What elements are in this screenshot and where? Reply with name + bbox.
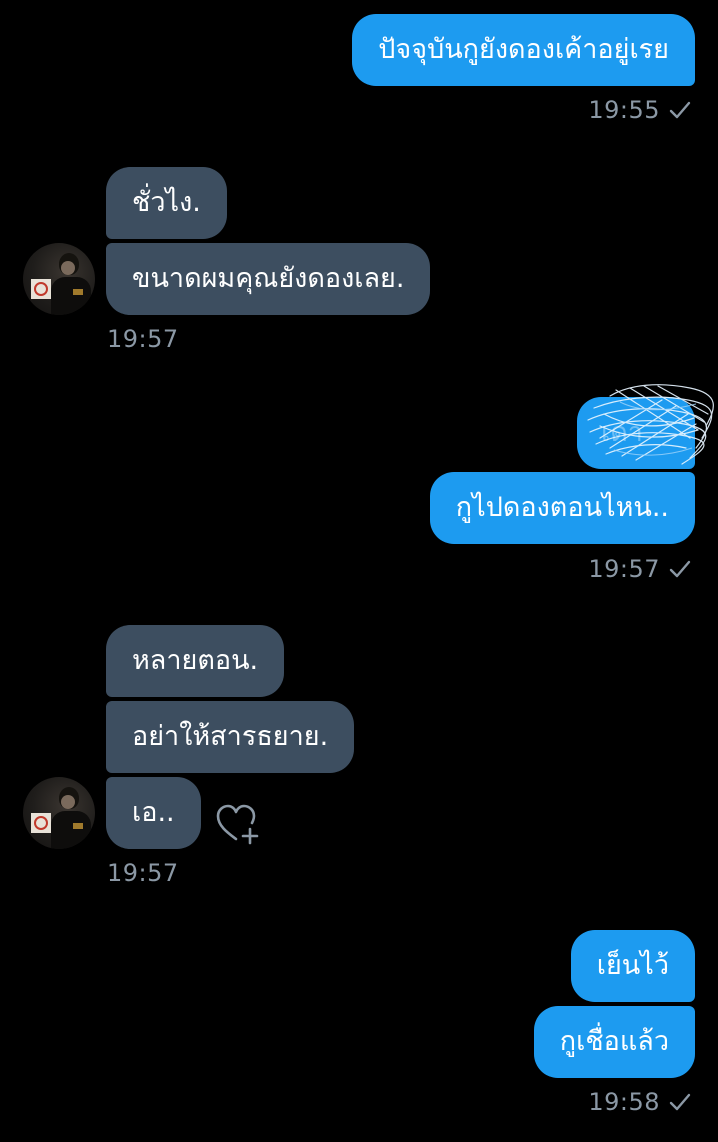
redaction-scribble (587, 384, 714, 465)
incoming-message[interactable]: เอ.. (106, 777, 201, 849)
message-text: เอ.. (132, 797, 175, 828)
message-timestamp: 19:58 (588, 1088, 692, 1116)
check-icon (669, 560, 691, 578)
check-icon (669, 1093, 691, 1111)
timestamp-text: 19:55 (588, 96, 660, 124)
outgoing-message[interactable]: ปัจจุบันกูยังดองเค้าอยู่เรย (352, 14, 695, 86)
outgoing-message[interactable]: เย็นไว้ (570, 930, 695, 1002)
message-timestamp: 19:57 (107, 859, 179, 887)
message-timestamp: 19:55 (588, 96, 692, 124)
timestamp-text: 19:57 (588, 555, 660, 583)
incoming-message[interactable]: หลายตอน. (106, 625, 285, 697)
outgoing-message[interactable]: กูเชื่อแล้ว (533, 1006, 695, 1078)
check-icon (669, 101, 691, 119)
heart-add-icon[interactable] (214, 803, 260, 845)
message-text: หลายตอน. (132, 645, 259, 676)
message-text: กูไปดองตอนไหน.. (455, 492, 669, 523)
incoming-message[interactable]: อย่าให้สารธยาย. (106, 701, 355, 773)
avatar[interactable] (23, 243, 95, 315)
message-text: ชั่วไง. (132, 187, 201, 218)
message-text: ขนาดผมคุณยังดองเลย. (132, 263, 405, 294)
message-text: อย่าให้สารธยาย. (132, 721, 329, 752)
message-text: ปัจจุบันกูยังดองเค้าอยู่เรย (378, 34, 669, 65)
timestamp-text: 19:58 (588, 1088, 660, 1116)
message-timestamp: 19:57 (588, 555, 692, 583)
message-timestamp: 19:57 (107, 325, 179, 353)
incoming-message[interactable]: ชั่วไง. (106, 167, 227, 239)
outgoing-message[interactable]: กูไปดองตอนไหน.. (429, 472, 695, 544)
message-text: เย็นไว้ (596, 950, 669, 981)
message-text: กูเชื่อแล้ว (559, 1026, 669, 1057)
avatar[interactable] (23, 777, 95, 849)
incoming-message[interactable]: ขนาดผมคุณยังดองเลย. (106, 243, 431, 315)
